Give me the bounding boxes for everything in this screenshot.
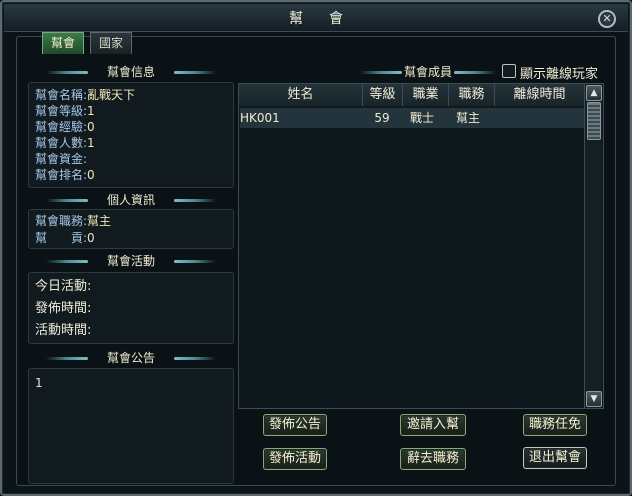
guild-role-label: 幫會職務: <box>35 214 88 228</box>
guild-info-header: 幫會信息 <box>28 64 234 80</box>
scroll-down-icon[interactable]: ▼ <box>586 391 602 407</box>
leave-guild-button[interactable]: 退出幫會 <box>523 447 587 469</box>
column-header-role[interactable]: 職務 <box>449 84 495 106</box>
guild-role-value: 幫主 <box>87 214 112 228</box>
member-level: 59 <box>374 111 390 125</box>
personal-info-title: 個人資訊 <box>106 193 155 207</box>
guild-info-title: 幫會信息 <box>106 65 155 79</box>
ornament-left <box>46 260 88 263</box>
ornament-right <box>174 199 216 202</box>
guild-funds-label: 幫會資金: <box>35 152 88 166</box>
member-name: HK001 <box>240 111 280 125</box>
members-header: 幫會成員 <box>360 64 496 80</box>
column-header-name[interactable]: 姓名 <box>239 84 363 106</box>
window-title: 幫會 <box>289 11 369 27</box>
contribution-value: 0 <box>87 231 95 245</box>
appoint-button[interactable]: 職務任免 <box>523 414 587 436</box>
personal-info-panel: 幫會職務:幫主 幫 貢:0 <box>28 209 234 249</box>
activity-header: 幫會活動 <box>28 253 234 269</box>
guild-rank-value: 0 <box>87 168 95 182</box>
title-bar[interactable]: 幫會 ✕ <box>4 4 628 32</box>
guild-funds-line: 幫會資金: <box>35 151 87 167</box>
guild-level-label: 幫會等級: <box>35 104 88 118</box>
publish-time-line: 發佈時間: <box>35 301 91 317</box>
resign-button[interactable]: 辭去職務 <box>400 448 466 470</box>
guild-level-value: 1 <box>87 104 95 118</box>
notice-header: 幫會公告 <box>28 350 234 366</box>
guild-name-label: 幫會名稱: <box>35 88 88 102</box>
today-activity-line: 今日活動: <box>35 279 91 295</box>
scroll-up-icon[interactable]: ▲ <box>586 85 602 101</box>
guild-rank-label: 幫會排名: <box>35 168 88 182</box>
members-title: 幫會成員 <box>403 65 452 79</box>
tab-nation[interactable]: 國家 <box>90 32 133 54</box>
member-class: 戰士 <box>409 111 434 125</box>
member-offline-time <box>496 108 584 128</box>
members-list: 姓名 等級 職業 職務 離線時間 HK001 59 戰士 幫主 <box>238 83 604 409</box>
guild-members-count-value: 1 <box>87 136 95 150</box>
guild-rank-line: 幫會排名:0 <box>35 167 95 183</box>
members-scrollbar[interactable]: ▲ ▼ <box>584 84 602 408</box>
personal-info-header: 個人資訊 <box>28 192 234 208</box>
ornament-left <box>46 357 88 360</box>
ornament-right <box>454 71 496 74</box>
activity-time-line: 活動時間: <box>35 323 91 339</box>
publish-time-label: 發佈時間: <box>35 301 92 316</box>
member-role: 幫主 <box>455 111 480 125</box>
show-offline-checkbox[interactable] <box>502 64 516 78</box>
ornament-right <box>174 357 216 360</box>
activity-time-label: 活動時間: <box>35 323 92 338</box>
column-header-class[interactable]: 職業 <box>403 84 449 106</box>
activity-title: 幫會活動 <box>106 254 155 268</box>
ornament-right <box>174 260 216 263</box>
column-header-offline-time[interactable]: 離線時間 <box>495 84 585 106</box>
contribution-label: 幫 貢: <box>35 231 88 245</box>
guild-exp-value: 0 <box>87 120 95 134</box>
table-row[interactable]: HK001 59 戰士 幫主 <box>240 108 584 128</box>
guild-members-count-label: 幫會人數: <box>35 136 88 150</box>
guild-name-value: 亂戰天下 <box>87 88 136 102</box>
guild-exp-line: 幫會經驗:0 <box>35 119 95 135</box>
scroll-thumb[interactable] <box>587 102 601 140</box>
ornament-left <box>46 71 88 74</box>
ornament-left <box>46 199 88 202</box>
guild-role-line: 幫會職務:幫主 <box>35 213 111 229</box>
notice-panel[interactable]: 1 <box>28 368 234 484</box>
guild-info-panel: 幫會名稱:亂戰天下 幫會等級:1 幫會經驗:0 幫會人數:1 幫會資金: 幫會排… <box>28 82 234 188</box>
close-icon[interactable]: ✕ <box>598 10 616 28</box>
column-header-level[interactable]: 等級 <box>363 84 403 106</box>
guild-name-line: 幫會名稱:亂戰天下 <box>35 87 135 103</box>
publish-activity-button[interactable]: 發佈活動 <box>263 448 327 470</box>
show-offline-label: 顯示離線玩家 <box>520 67 599 82</box>
guild-level-line: 幫會等級:1 <box>35 103 95 119</box>
today-activity-label: 今日活動: <box>35 279 92 294</box>
invite-button[interactable]: 邀請入幫 <box>400 414 466 436</box>
contribution-line: 幫 貢:0 <box>35 230 95 246</box>
tab-guild[interactable]: 幫會 <box>42 32 85 54</box>
publish-notice-button[interactable]: 發佈公告 <box>263 414 327 436</box>
notice-title: 幫會公告 <box>106 351 155 365</box>
notice-text: 1 <box>35 376 43 390</box>
guild-exp-label: 幫會經驗: <box>35 120 88 134</box>
guild-members-count-line: 幫會人數:1 <box>35 135 95 151</box>
ornament-left <box>360 71 402 74</box>
ornament-right <box>174 71 216 74</box>
activity-panel: 今日活動: 發佈時間: 活動時間: <box>28 272 234 344</box>
